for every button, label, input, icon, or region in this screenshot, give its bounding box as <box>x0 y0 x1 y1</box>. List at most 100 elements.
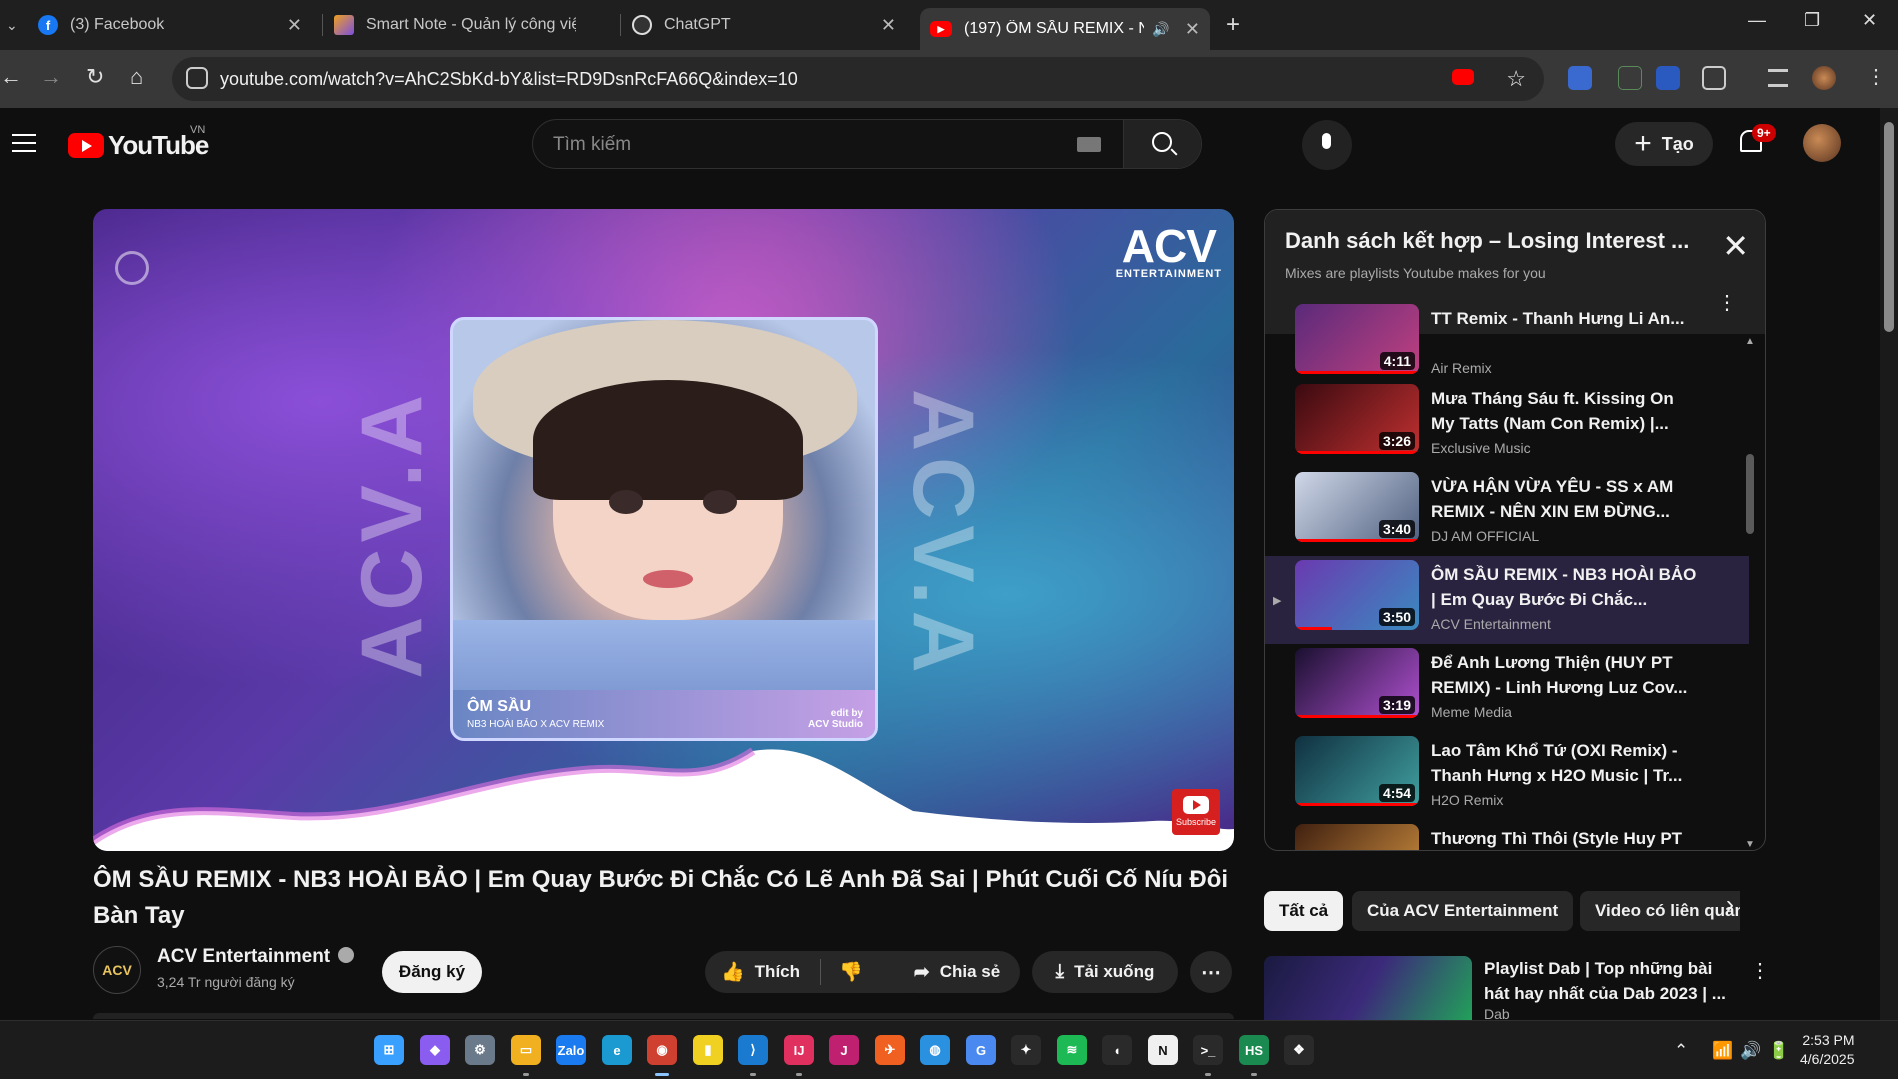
hs-app-icon[interactable]: HS <box>1239 1035 1269 1065</box>
tab-chatgpt[interactable]: ChatGPT ✕ <box>632 8 906 42</box>
close-icon[interactable]: ✕ <box>287 15 302 36</box>
tray-chevron-icon[interactable]: ⌃ <box>1674 1041 1688 1061</box>
playlist-item-thumbnail[interactable]: 3:19 <box>1295 648 1419 718</box>
account-avatar[interactable] <box>1803 124 1841 162</box>
search-button[interactable] <box>1123 120 1201 168</box>
address-bar[interactable]: youtube.com/watch?v=AhC2SbKd-bY&list=RD9… <box>172 57 1544 101</box>
battery-icon[interactable]: 🔋 <box>1768 1041 1789 1061</box>
new-tab-button[interactable]: + <box>1226 8 1240 42</box>
playlist-item-thumbnail[interactable]: 4:54 <box>1295 736 1419 806</box>
channel-name-link[interactable]: ACV Entertainment <box>157 946 355 968</box>
playlist-title[interactable]: Danh sách kết hợp – Losing Interest ... <box>1285 228 1705 254</box>
file-explorer-icon[interactable]: ▭ <box>511 1035 541 1065</box>
tab-search-chevron[interactable]: ⌄ <box>6 8 28 42</box>
back-arrow-icon[interactable]: ← <box>0 64 22 90</box>
pen-extension-icon[interactable] <box>1618 66 1642 90</box>
more-actions-button[interactable]: ⋯ <box>1190 951 1232 993</box>
playlist-item[interactable]: 4:11 TT Remix - Thanh Hưng Li An... Air Re… <box>1265 300 1749 388</box>
recommendation-thumbnail[interactable] <box>1264 956 1472 1020</box>
playlist-item[interactable]: 3:26 Mưa Tháng Sáu ft. Kissing On My Tatt… <box>1265 380 1749 468</box>
terminal-icon[interactable]: >_ <box>1193 1035 1223 1065</box>
playlist-item-title[interactable]: ÔM SẦU REMIX - NB3 HOÀI BẢO | Em Quay Bư… <box>1431 562 1697 612</box>
playlist-item-title[interactable]: Mưa Tháng Sáu ft. Kissing On My Tatts (N… <box>1431 386 1697 436</box>
menu-icon[interactable] <box>12 134 36 158</box>
intellij-icon[interactable]: IJ <box>784 1035 814 1065</box>
minimize-button[interactable]: — <box>1748 10 1766 31</box>
figma-icon[interactable]: ✦ <box>1011 1035 1041 1065</box>
copilot-icon[interactable]: ◆ <box>420 1035 450 1065</box>
playlist-item-thumbnail[interactable] <box>1295 824 1419 850</box>
subscribe-overlay-button[interactable]: Subscribe <box>1172 789 1220 835</box>
like-button[interactable]: 👍 Thích <box>705 959 821 985</box>
translate-extension-icon[interactable] <box>1568 66 1592 90</box>
playlist-item-thumbnail[interactable]: 3:40 <box>1295 472 1419 542</box>
youtube-extension-icon[interactable] <box>1452 69 1474 85</box>
profile-avatar[interactable] <box>1812 66 1836 90</box>
google-icon[interactable]: G <box>966 1035 996 1065</box>
playlist-item[interactable]: 3:40 VỪA HẬN VỪA YÊU - SS x AM REMIX - NÊ… <box>1265 468 1749 556</box>
close-window-button[interactable]: ✕ <box>1862 10 1877 31</box>
dislike-button[interactable]: 👎 <box>821 960 863 984</box>
playlist-item-title[interactable]: VỪA HẬN VỪA YÊU - SS x AM REMIX - NÊN XI… <box>1431 474 1697 524</box>
zalo-icon[interactable]: Zalo <box>556 1035 586 1065</box>
extensions-puzzle-icon[interactable] <box>1702 66 1726 90</box>
translate2-extension-icon[interactable] <box>1656 66 1680 90</box>
scroll-up-icon[interactable]: ▲ <box>1745 336 1755 347</box>
playlist-item-thumbnail[interactable]: 3:26 <box>1295 384 1419 454</box>
tab-facebook[interactable]: f (3) Facebook ✕ <box>38 8 312 42</box>
notion-icon[interactable]: N <box>1148 1035 1178 1065</box>
url-text[interactable]: youtube.com/watch?v=AhC2SbKd-bY&list=RD9… <box>220 69 798 90</box>
scrollbar-thumb[interactable] <box>1746 454 1754 534</box>
wifi-icon[interactable]: 📶 <box>1712 1041 1733 1061</box>
keyboard-icon[interactable] <box>1077 137 1101 152</box>
windows-start-icon[interactable]: ⊞ <box>374 1035 404 1065</box>
recommendation-channel[interactable]: Dab <box>1484 1006 1510 1020</box>
chip-all[interactable]: Tất cả <box>1264 891 1344 931</box>
playlist-item-current[interactable]: ▶ 3:50 ÔM SẦU REMIX - NB3 HOÀI BẢO | Em Qu… <box>1265 556 1749 644</box>
volume-icon[interactable]: 🔊 <box>1740 1041 1761 1061</box>
playlist-item-title[interactable]: Thương Thì Thôi (Style Huy PT Remix) - J… <box>1431 826 1697 850</box>
search-input[interactable]: Tìm kiếm <box>553 134 631 156</box>
search-box[interactable]: Tìm kiếm <box>532 119 1202 169</box>
playlist-item-title[interactable]: Lao Tâm Khổ Tứ (OXI Remix) - Thanh Hưng … <box>1431 738 1697 788</box>
page-scrollbar-thumb[interactable] <box>1884 122 1894 332</box>
recommendation-title[interactable]: Playlist Dab | Top những bài hát hay nhấ… <box>1484 956 1734 1006</box>
site-info-icon[interactable] <box>186 67 208 89</box>
page-scrollbar[interactable] <box>1880 108 1898 1020</box>
home-icon[interactable]: ⌂ <box>130 64 143 90</box>
voice-search-button[interactable] <box>1302 120 1352 170</box>
bookmark-star-icon[interactable]: ☆ <box>1506 66 1526 92</box>
bird-app-icon[interactable]: ❖ <box>1284 1035 1314 1065</box>
playlist-item[interactable]: Thương Thì Thôi (Style Huy PT Remix) - J… <box>1265 820 1749 850</box>
chrome-menu-icon[interactable]: ⋮ <box>1866 64 1886 89</box>
mongodb-icon[interactable]: ◖ <box>1102 1035 1132 1065</box>
system-clock[interactable]: 2:53 PM 4/6/2025 <box>1800 1031 1855 1069</box>
chevron-right-icon[interactable]: › <box>1726 891 1734 919</box>
restore-button[interactable]: ❐ <box>1804 10 1820 31</box>
reload-icon[interactable]: ↻ <box>86 64 104 90</box>
playlist-item[interactable]: 4:54 Lao Tâm Khổ Tứ (OXI Remix) - Thanh H… <box>1265 732 1749 820</box>
vscode-icon[interactable]: ⟩ <box>738 1035 768 1065</box>
close-icon[interactable]: ✕ <box>1185 19 1200 40</box>
playlist-item-title[interactable]: TT Remix - Thanh Hưng Li An... <box>1431 306 1697 331</box>
youtube-logo[interactable]: YouTube VN <box>68 124 209 161</box>
playlist-item-title[interactable]: Để Anh Lương Thiện (HUY PT REMIX) - Linh… <box>1431 650 1697 700</box>
video-player[interactable]: ACV.A ACV.A ACV ENTERTAINMENT ÔM SẦU NB3… <box>93 209 1234 851</box>
forward-arrow-icon[interactable]: → <box>40 64 62 90</box>
sticky-notes-icon[interactable]: ▮ <box>693 1035 723 1065</box>
close-playlist-icon[interactable]: ✕ <box>1722 230 1749 262</box>
download-button[interactable]: ⤓ Tải xuống <box>1032 951 1178 993</box>
speaker-icon[interactable]: 🔊 <box>1152 21 1169 38</box>
media-controls-icon[interactable] <box>1768 69 1788 87</box>
playlist-item-thumbnail[interactable]: 3:50 <box>1295 560 1419 630</box>
close-icon[interactable]: ✕ <box>881 15 896 36</box>
chip-channel[interactable]: Của ACV Entertainment <box>1352 891 1574 931</box>
edge-icon[interactable]: e <box>602 1035 632 1065</box>
chrome-icon[interactable]: ◉ <box>647 1035 677 1065</box>
tab-smart-note[interactable]: Smart Note - Quản lý công việc <box>334 8 614 42</box>
jetbrains-icon[interactable]: J <box>829 1035 859 1065</box>
share-button[interactable]: ➦ Chia sẻ <box>894 951 1020 993</box>
subscribe-button[interactable]: Đăng ký <box>382 951 482 993</box>
playlist-item[interactable]: 3:19 Để Anh Lương Thiện (HUY PT REMIX) - … <box>1265 644 1749 732</box>
settings-icon[interactable]: ⚙ <box>465 1035 495 1065</box>
